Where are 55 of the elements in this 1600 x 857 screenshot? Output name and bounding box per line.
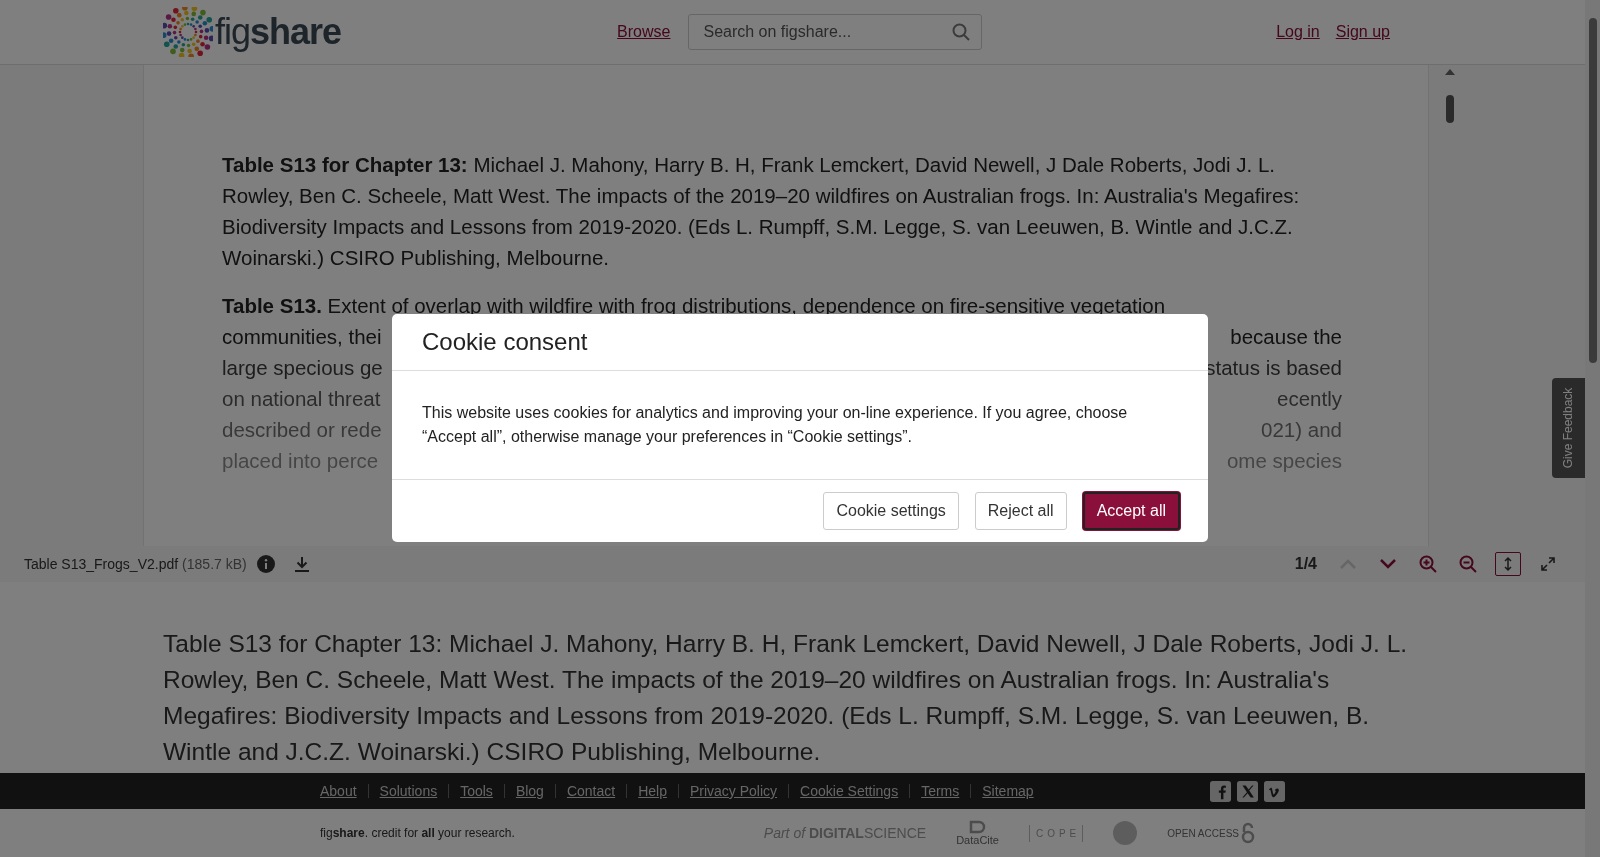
- search-icon[interactable]: [952, 23, 971, 41]
- auth-link[interactable]: Sign up: [1335, 23, 1390, 41]
- x-icon[interactable]: [1237, 780, 1258, 802]
- pdf-text: 021) and: [1261, 417, 1342, 443]
- pdf-paragraph: Table S13 for Chapter 13: Michael J. Mahony, Harry B. H, Frank Lemckert, David Newell, J Dale Roberts, Jodi J. L. Rowley, Ben C. Scheele, Matt West. The impacts of the 2019–20 wildfires on Australian frogs. In: Australia's Megafires: Biodiversity Impacts and Lessons from 2019-2020. (Eds L. Rumpff, S.M. Legge, S. van Leeuwen, B. Wintle and J.C.Z. Woinarski.) CSIRO Publishing, Melbourne.: [222, 152, 1301, 271]
- pdf-text: ecently: [1277, 386, 1342, 412]
- scroll-up-icon[interactable]: [1445, 69, 1455, 75]
- accept-button[interactable]: Accept all: [1082, 492, 1180, 530]
- search-field[interactable]: Search on figshare...: [688, 14, 983, 50]
- fit-height-button[interactable]: [1495, 552, 1521, 576]
- facebook-icon[interactable]: [1210, 780, 1231, 802]
- pdf-text: large specious ge: [222, 355, 383, 381]
- vertical-arrows-icon: [1503, 556, 1513, 572]
- zoom-in-icon[interactable]: [1419, 555, 1437, 573]
- dialog-title: Cookie consent: [422, 328, 588, 355]
- logo-wordmark[interactable]: figshare: [215, 11, 342, 53]
- footer-link[interactable]: Contact: [554, 784, 627, 798]
- page-indicator: 1/4: [1294, 555, 1317, 573]
- footer-link[interactable]: Tools: [448, 784, 504, 798]
- footer-link[interactable]: Cookie Settings: [788, 784, 910, 798]
- footer-link[interactable]: Terms: [909, 784, 971, 798]
- scrollbar-thumb[interactable]: [1446, 95, 1454, 123]
- pdf-text: described or rede: [222, 417, 382, 443]
- download-icon[interactable]: [292, 555, 311, 573]
- footer-link[interactable]: About: [320, 784, 368, 798]
- feedback-tab[interactable]: Give Feedback: [1552, 378, 1585, 478]
- page-scrollbar[interactable]: [1585, 0, 1600, 857]
- pdf-text: because the: [1230, 324, 1342, 350]
- browse-link[interactable]: Browse: [617, 23, 671, 41]
- item-description: Table S13 for Chapter 13: Michael J. Mahony, Harry B. H, Frank Lemckert, David Newell, J Dale Roberts, Jodi J. L. Rowley, Ben C. Scheele, Matt West. The impacts of the 2019–20 wildfires on Australian frogs. In: Australia's Megafires: Biodiversity Impacts and Lessons from 2019-2020. (Eds L. Rumpff, S.M. Legge, S. van Leeuwen, B. Wintle and J.C.Z. Woinarski.) CSIRO Publishing, Melbourne.: [163, 629, 1409, 767]
- footer-link[interactable]: Help: [626, 784, 678, 798]
- info-icon[interactable]: [256, 555, 275, 573]
- pdf-text: ome species: [1226, 448, 1342, 474]
- dialog-message: This website uses cookies for analytics and improving your on-line experience. If you agree, choose “Accept all”, otherwise manage your preferences in “Cookie settings”.: [422, 403, 1129, 447]
- footer-link[interactable]: Privacy Policy: [677, 784, 789, 798]
- pdf-text: on national threat: [222, 386, 381, 412]
- file-name: Table S13_Frogs_V2.pdf: [24, 556, 179, 572]
- pdf-text: status is based: [1205, 355, 1342, 381]
- footer-link[interactable]: Sitemap: [970, 784, 1045, 798]
- fullscreen-icon[interactable]: [1541, 557, 1555, 571]
- auth-link[interactable]: Log in: [1276, 23, 1320, 41]
- datacite-logo[interactable]: DataCite: [956, 820, 999, 846]
- pdf-text: placed into perce: [222, 448, 379, 474]
- vimeo-icon[interactable]: [1264, 780, 1285, 802]
- logo-icon: [163, 7, 213, 57]
- open-access-logo[interactable]: OPEN ACCESS: [1167, 822, 1255, 844]
- footer-link[interactable]: Blog: [503, 784, 555, 798]
- dialog-button[interactable]: Cookie settings: [823, 492, 959, 530]
- footer-link[interactable]: Solutions: [367, 784, 449, 798]
- dialog-button[interactable]: Reject all: [974, 492, 1067, 530]
- zoom-out-icon[interactable]: [1459, 555, 1477, 573]
- pdf-text: communities, thei: [222, 324, 382, 350]
- tagline: figshare. credit for all your research.: [320, 826, 515, 840]
- file-size: (185.7 kB): [182, 556, 247, 572]
- chevron-down-icon[interactable]: [1380, 559, 1396, 569]
